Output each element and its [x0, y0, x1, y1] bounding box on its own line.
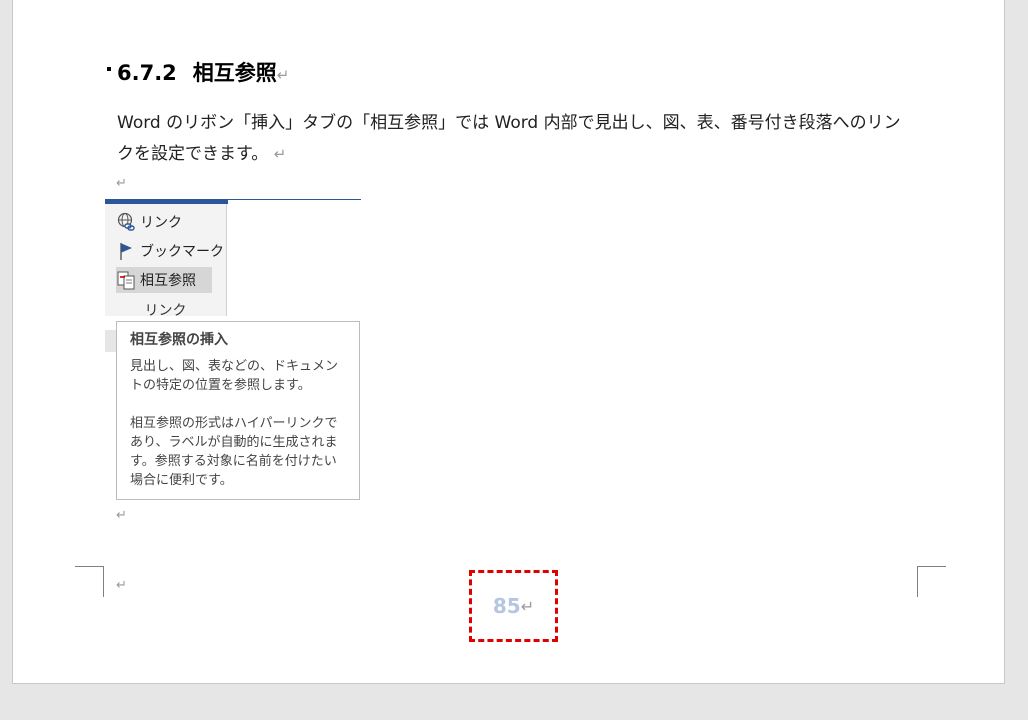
bookmark-flag-icon — [116, 241, 136, 261]
ribbon-cross-reference-button[interactable]: 相互参照 — [116, 267, 212, 293]
page-number-highlight: 85 ↵ — [469, 570, 558, 642]
cross-reference-tooltip: 相互参照の挿入 見出し、図、表などの、ドキュメントの特定の位置を参照します。 相… — [116, 321, 360, 500]
crop-mark-left — [75, 566, 104, 597]
ribbon-link-label: リンク — [140, 215, 182, 231]
heading-bullet-marker — [107, 67, 111, 71]
crop-mark-right — [917, 566, 946, 597]
tooltip-details: 相互参照の形式はハイパーリンクであり、ラベルが自動的に生成されます。参照する対象… — [130, 416, 338, 488]
paragraph-mark: ↵ — [276, 66, 290, 84]
ribbon-group-label: リンク — [144, 303, 187, 319]
footer-paragraph-mark: ↵ — [116, 578, 127, 593]
body-text: Word のリボン「挿入」タブの「相互参照」では Word 内部で見出し、図、表… — [117, 113, 901, 164]
ribbon-link-button[interactable]: リンク — [116, 209, 212, 235]
empty-paragraph-mark: ↵ — [116, 176, 127, 191]
cross-reference-icon — [116, 270, 136, 290]
ribbon-group-links: リンク ブックマーク 相互参照 リンク — [105, 204, 227, 319]
ribbon-bookmark-button[interactable]: ブックマーク — [116, 238, 224, 264]
section-heading: 6.7.2 相互参照↵ — [117, 57, 289, 87]
body-paragraph: Word のリボン「挿入」タブの「相互参照」では Word 内部で見出し、図、表… — [117, 108, 917, 170]
link-icon — [116, 212, 136, 232]
document-page: 6.7.2 相互参照↵ Word のリボン「挿入」タブの「相互参照」では Word… — [12, 0, 1005, 684]
ribbon-bookmark-label: ブックマーク — [140, 244, 224, 260]
ribbon-screenshot: リンク ブックマーク 相互参照 リンク 相互参照の挿入 見出し、図、表などの、ド… — [105, 199, 361, 501]
page-number-paragraph-mark: ↵ — [520, 596, 535, 616]
paragraph-mark: ↵ — [273, 145, 287, 163]
ribbon-background-sliver — [105, 330, 116, 352]
page-number: 85 — [492, 594, 521, 618]
section-title: 相互参照 — [192, 61, 277, 85]
ribbon-cross-reference-label: 相互参照 — [140, 273, 196, 289]
section-number: 6.7.2 — [117, 61, 177, 85]
empty-paragraph-mark: ↵ — [116, 508, 127, 523]
tooltip-title: 相互参照の挿入 — [130, 332, 228, 348]
tooltip-description: 見出し、図、表などの、ドキュメントの特定の位置を参照します。 — [130, 359, 339, 393]
